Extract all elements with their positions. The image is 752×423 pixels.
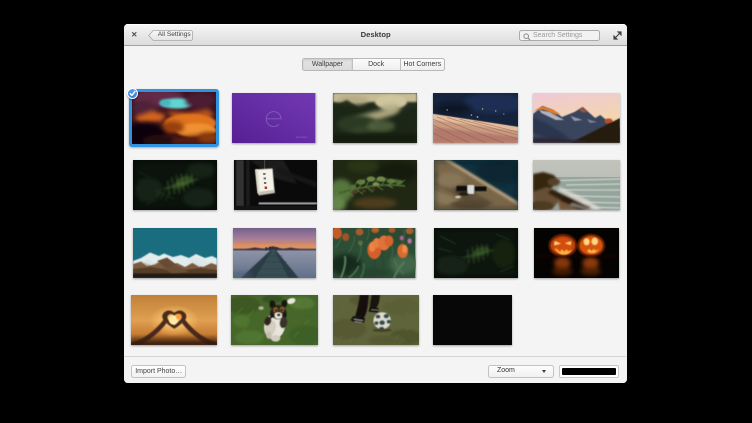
svg-text:elementary: elementary: [296, 136, 309, 139]
